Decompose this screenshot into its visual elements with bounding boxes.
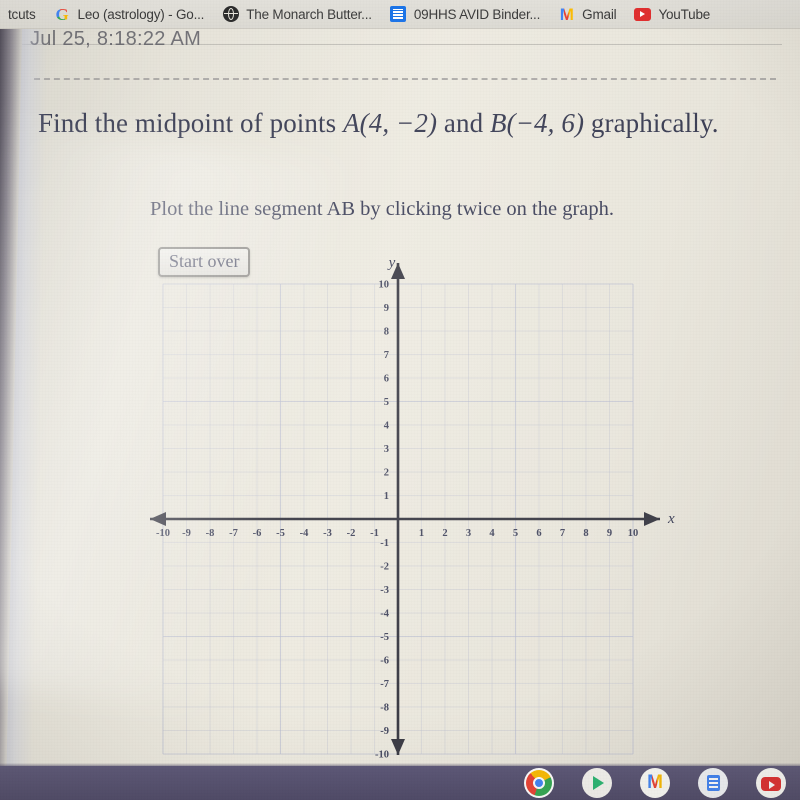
bookmark-shortcuts[interactable]: tcuts — [2, 1, 48, 27]
start-over-button[interactable]: Start over — [158, 247, 251, 277]
y-tick-label: -10 — [375, 750, 389, 761]
x-tick-label: 2 — [442, 528, 447, 539]
y-axis-label: y — [387, 255, 396, 271]
x-tick-label: -1 — [370, 528, 379, 539]
x-tick-label: -2 — [347, 528, 356, 539]
y-tick-label: -9 — [380, 726, 389, 737]
bookmark-leo-astrology[interactable]: G Leo (astrology) - Go... — [48, 1, 217, 27]
bookmark-gmail[interactable]: M Gmail — [552, 1, 628, 27]
point-b-label: B(−4, 6) — [490, 108, 585, 138]
bookmark-label: YouTube — [658, 6, 711, 22]
bookmark-label: Gmail — [582, 6, 617, 22]
dashed-separator — [34, 78, 776, 80]
x-tick-label: 1 — [419, 528, 424, 539]
y-tick-label: 7 — [384, 350, 389, 361]
x-tick-label: 8 — [583, 528, 588, 539]
y-axis-arrow-down — [391, 739, 405, 755]
instruction-text: Plot the line segment AB by clicking twi… — [150, 198, 615, 220]
gmail-icon: M — [559, 4, 574, 24]
x-tick-label: -10 — [156, 528, 170, 539]
y-tick-label: -6 — [380, 656, 389, 667]
globe-icon — [222, 6, 239, 23]
coordinate-graph[interactable]: -10 -9 -8 -7 -6 -5 -4 -3 -2 -1 1 2 3 4 5 6 7 8 9 10 10 9 8 7 6 5 4… — [140, 255, 680, 765]
y-tick-label: 5 — [384, 397, 389, 408]
x-tick-label: 5 — [513, 528, 518, 539]
x-tick-label: 7 — [560, 528, 565, 539]
taskbar-edge — [0, 763, 800, 766]
bookmark-label: The Monarch Butter... — [246, 6, 372, 22]
y-tick-label: 9 — [384, 303, 389, 314]
x-tick-label: -5 — [276, 528, 285, 539]
youtube-icon[interactable] — [756, 768, 786, 798]
bookmarks-bar: tcuts G Leo (astrology) - Go... The Mona… — [0, 0, 800, 29]
bookmark-monarch-butterfly[interactable]: The Monarch Butter... — [216, 1, 384, 27]
y-tick-label: -2 — [380, 562, 389, 573]
chrome-icon[interactable] — [524, 768, 554, 798]
y-tick-label: 3 — [384, 444, 389, 455]
y-tick-label: -3 — [380, 585, 389, 596]
x-tick-label: -3 — [323, 528, 332, 539]
y-tick-label: 2 — [384, 468, 389, 479]
y-tick-label: 8 — [384, 327, 389, 338]
x-tick-label: -8 — [206, 528, 215, 539]
problem-prefix: Find the midpoint of points — [38, 108, 344, 138]
x-tick-label: 10 — [628, 528, 639, 539]
problem-suffix: graphically. — [584, 108, 719, 138]
y-tick-label: 4 — [384, 421, 390, 432]
x-tick-label: -9 — [182, 528, 191, 539]
x-tick-label: 4 — [489, 528, 495, 539]
bookmark-label: tcuts — [8, 6, 36, 22]
x-tick-label: -6 — [253, 528, 262, 539]
x-axis-arrow-left — [150, 512, 166, 526]
bookmark-label: 09HHS AVID Binder... — [413, 6, 541, 22]
bookmark-avid-binder[interactable]: 09HHS AVID Binder... — [384, 1, 552, 27]
graph-svg[interactable]: -10 -9 -8 -7 -6 -5 -4 -3 -2 -1 1 2 3 4 5 6 7 8 9 10 10 9 8 7 6 5 4… — [140, 255, 680, 765]
google-g-icon: G — [55, 4, 69, 24]
graph-axes — [150, 263, 660, 755]
bookmark-label: Leo (astrology) - Go... — [77, 6, 205, 22]
google-docs-icon[interactable] — [698, 768, 728, 798]
problem-conjunction: and — [437, 108, 491, 138]
x-axis-label: x — [667, 511, 675, 527]
bookmark-youtube[interactable]: YouTube — [628, 1, 722, 27]
x-axis-arrow-right — [644, 512, 660, 526]
y-tick-label: 1 — [384, 491, 389, 502]
x-tick-label: 9 — [607, 528, 612, 539]
gmail-icon[interactable] — [640, 768, 670, 798]
x-tick-label: -4 — [300, 528, 309, 539]
google-sheets-icon — [390, 6, 407, 23]
point-a-label: A(4, −2) — [343, 108, 438, 138]
y-tick-label: -8 — [380, 703, 389, 714]
y-tick-label: 6 — [384, 374, 389, 385]
y-tick-label: -5 — [380, 632, 389, 643]
screenshot-root: tcuts G Leo (astrology) - Go... The Mona… — [0, 0, 800, 800]
youtube-icon — [634, 6, 652, 23]
play-store-icon[interactable] — [582, 768, 612, 798]
timestamp: Jul 25, 8:18:22 AM — [30, 28, 202, 50]
x-tick-label: 6 — [536, 528, 541, 539]
page-title: Find the midpoint of points A(4, −2) and… — [38, 108, 783, 139]
y-tick-label: 10 — [379, 280, 390, 291]
y-tick-label: -7 — [380, 679, 389, 690]
y-tick-label: -1 — [380, 538, 389, 549]
y-tick-label: -4 — [380, 609, 389, 620]
x-tick-label: -7 — [229, 528, 238, 539]
android-taskbar — [0, 766, 800, 800]
x-tick-label: 3 — [466, 528, 471, 539]
